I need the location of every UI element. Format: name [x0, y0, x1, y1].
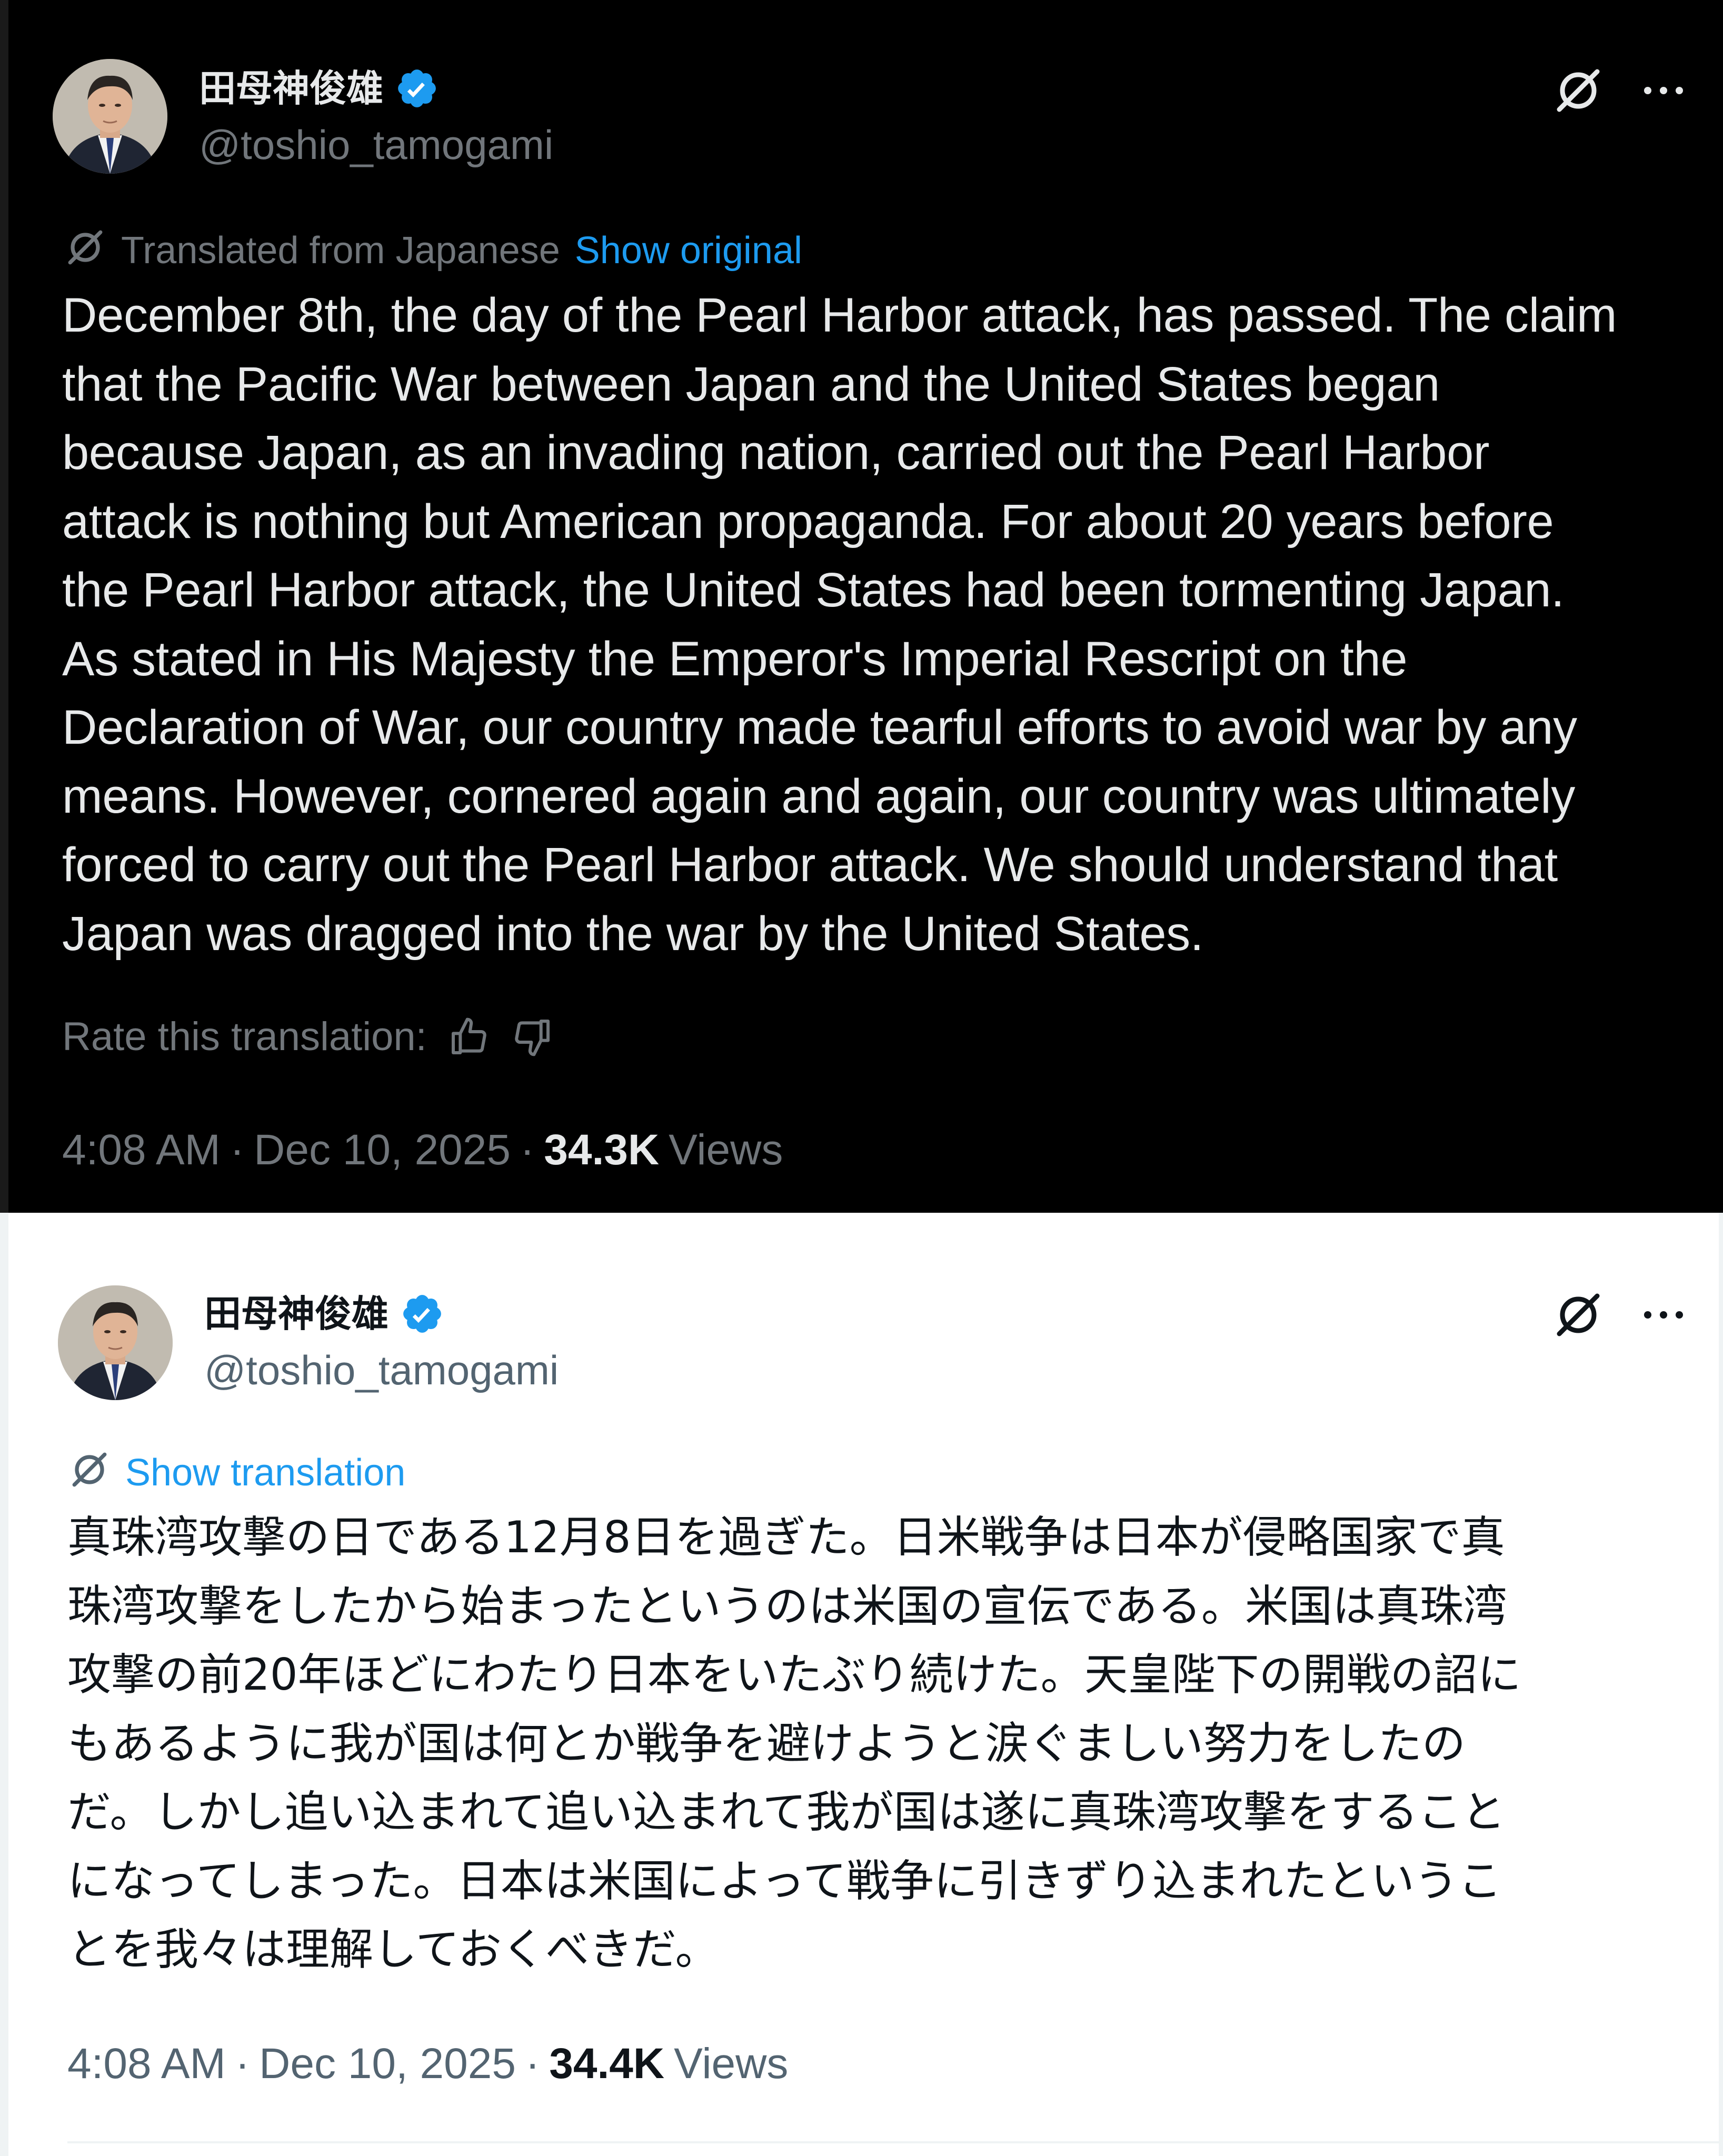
thumbs-up-icon[interactable] — [448, 1016, 490, 1058]
show-translation-link[interactable]: Show translation — [125, 1454, 405, 1492]
verified-badge-icon[interactable] — [395, 66, 439, 111]
grok-icon[interactable] — [1552, 64, 1605, 117]
avatar[interactable] — [58, 1285, 173, 1400]
views-label: Views — [674, 2040, 789, 2088]
post-translated-dark: 田母神俊雄 @toshio_tamogami Translated from J… — [0, 0, 1723, 1213]
rate-translation-label: Rate this translation: — [62, 1014, 427, 1059]
views-count: 34.4K — [549, 2040, 665, 2088]
meta-separator: · — [520, 1126, 535, 1174]
author-display-name[interactable]: 田母神俊雄 — [199, 70, 383, 107]
post-date[interactable]: Dec 10, 2025 — [254, 1129, 511, 1172]
avatar[interactable] — [53, 59, 167, 174]
author-name-row: 田母神俊雄 — [199, 66, 439, 111]
author-handle[interactable]: @toshio_tamogami — [199, 124, 553, 165]
author-name-row: 田母神俊雄 — [204, 1292, 444, 1336]
translated-from-label: Translated from Japanese — [121, 229, 560, 272]
translation-notice: Translated from Japanese Show original — [64, 226, 802, 275]
translation-notice: Show translation — [68, 1449, 405, 1497]
thumbs-down-icon[interactable] — [511, 1016, 553, 1058]
post-meta: 4:08 AM · Dec 10, 2025 · 34.3K Views — [62, 1129, 783, 1172]
more-options-icon[interactable] — [1642, 1289, 1685, 1341]
post-text: 真珠湾攻撃の日である12月8日を過ぎた。日米戦争は日本が侵略国家で真 珠湾攻撃を… — [67, 1512, 1521, 1975]
post-top-actions — [1552, 1289, 1685, 1341]
translate-icon — [68, 1449, 111, 1497]
grok-icon[interactable] — [1552, 1289, 1605, 1341]
post-meta: 4:08 AM · Dec 10, 2025 · 34.4K Views — [67, 2042, 788, 2085]
post-text: December 8th, the day of the Pearl Harbo… — [62, 288, 1617, 961]
show-original-link[interactable]: Show original — [575, 232, 802, 270]
rate-translation-row: Rate this translation: — [62, 1016, 553, 1058]
post-time[interactable]: 4:08 AM — [67, 2042, 226, 2085]
post-original-light: 田母神俊雄 @toshio_tamogami Show translation … — [0, 1213, 1723, 2156]
post-top-actions — [1552, 64, 1685, 117]
views-label: Views — [669, 1126, 783, 1174]
author-display-name[interactable]: 田母神俊雄 — [204, 1295, 389, 1332]
author-handle[interactable]: @toshio_tamogami — [204, 1350, 559, 1391]
views-count: 34.3K — [544, 1126, 660, 1174]
post-divider — [67, 2141, 1719, 2143]
translate-icon — [64, 226, 106, 275]
meta-separator: · — [235, 2040, 250, 2088]
post-date[interactable]: Dec 10, 2025 — [259, 2042, 516, 2085]
meta-separator: · — [230, 1126, 245, 1174]
post-time[interactable]: 4:08 AM — [62, 1129, 221, 1172]
more-options-icon[interactable] — [1642, 64, 1685, 117]
meta-separator: · — [525, 2040, 540, 2088]
verified-badge-icon[interactable] — [400, 1292, 444, 1336]
